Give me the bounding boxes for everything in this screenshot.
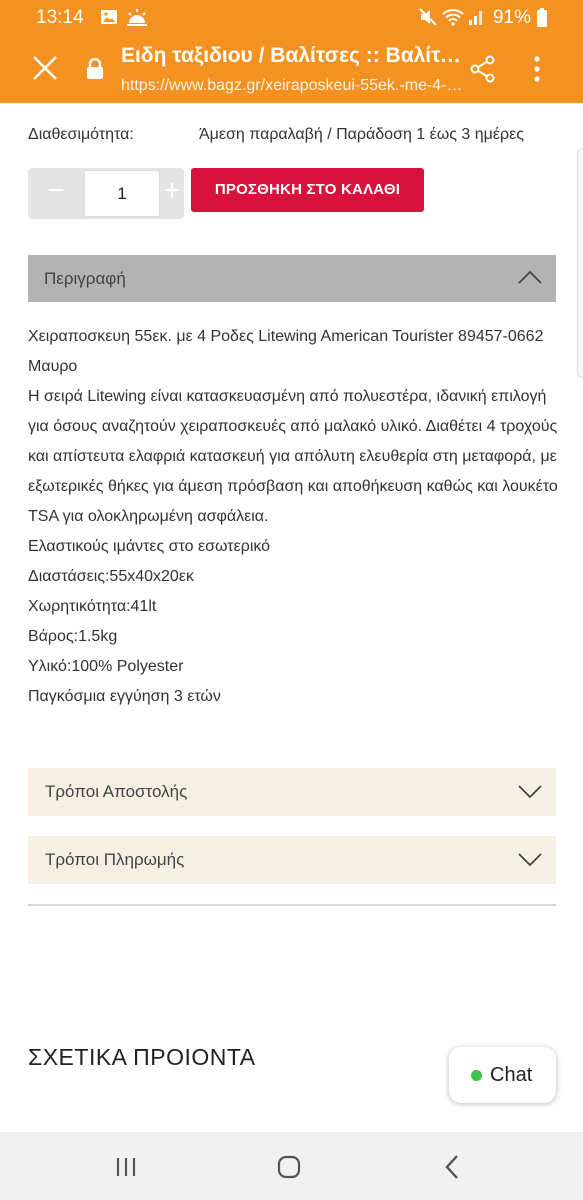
signal-icon xyxy=(469,11,482,25)
share-icon[interactable] xyxy=(470,55,496,83)
availability-label: Διαθεσιμότητα: xyxy=(28,126,134,143)
description-line: Παγκόσμια εγγύηση 3 ετών xyxy=(28,688,221,705)
status-bar: 13:14 91% xyxy=(0,0,583,34)
back-icon[interactable] xyxy=(444,1154,460,1180)
page-url[interactable]: https://www.bagz.gr/xeiraposkeui-55ek.-m… xyxy=(121,77,465,95)
more-vert-icon[interactable] xyxy=(530,55,544,83)
shipping-accordion[interactable]: Τρόποι Αποστολής xyxy=(28,768,556,816)
quantity-minus-button[interactable]: − xyxy=(28,168,84,219)
status-time: 13:14 xyxy=(36,7,84,28)
description-line: Διαστάσεις:55x40x20εκ xyxy=(28,568,194,585)
description-accordion[interactable]: Περιγραφή xyxy=(28,255,556,302)
payment-accordion[interactable]: Τρόποι Πληρωμής xyxy=(28,836,556,884)
lock-icon xyxy=(87,58,103,79)
system-nav-bar xyxy=(0,1132,583,1200)
description-body: Χειραποσκευη 55εκ. με 4 Ροδες Litewing A… xyxy=(28,322,558,712)
online-status-dot xyxy=(471,1070,482,1081)
payment-heading: Τρόποι Πληρωμής xyxy=(45,850,185,869)
quantity-plus-button[interactable]: + xyxy=(160,168,184,219)
description-line: Χειραποσκευη 55εκ. με 4 Ροδες Litewing A… xyxy=(28,328,544,375)
image-icon xyxy=(101,10,117,24)
chat-button[interactable]: Chat xyxy=(449,1047,556,1103)
description-line: Βάρος:1.5kg xyxy=(28,628,118,645)
availability-value: Άμεση παραλαβή / Παράδοση 1 έως 3 ημέρες xyxy=(199,126,524,143)
quantity-input[interactable]: 1 xyxy=(84,170,160,217)
wifi-icon xyxy=(442,9,464,26)
quantity-stepper: − 1 + xyxy=(28,168,184,219)
close-icon[interactable] xyxy=(30,53,60,83)
battery-percent: 91% xyxy=(492,7,531,28)
shipping-heading: Τρόποι Αποστολής xyxy=(45,782,188,801)
description-line: Χωρητικότητα:41lt xyxy=(28,598,157,615)
description-heading: Περιγραφή xyxy=(44,269,126,288)
section-divider xyxy=(28,904,556,906)
side-panel-handle[interactable] xyxy=(577,148,583,378)
description-line: Η σειρά Litewing είναι κατασκευασμένη απ… xyxy=(28,388,558,525)
chevron-up-icon xyxy=(518,270,542,284)
chevron-down-icon xyxy=(518,853,542,867)
mute-icon xyxy=(419,8,437,26)
chevron-down-icon xyxy=(518,785,542,799)
weather-icon xyxy=(127,9,147,26)
chat-label: Chat xyxy=(490,1064,533,1086)
battery-icon xyxy=(537,8,547,27)
recents-icon[interactable] xyxy=(114,1156,138,1178)
add-to-cart-button[interactable]: ΠΡΟΣΘΗΚΗ ΣΤΟ ΚΑΛΑΘΙ xyxy=(191,168,424,212)
description-line: Ελαστικούς ιμάντες στο εσωτερικό xyxy=(28,538,271,555)
description-line: Υλικό:100% Polyester xyxy=(28,658,184,675)
browser-header: 13:14 91% Ειδη ταξιδιου / Βαλίτσες:: Βα… xyxy=(0,0,583,103)
home-icon[interactable] xyxy=(277,1155,301,1179)
related-products-heading: ΣΧΕΤΙΚΑ ΠΡΟΙΟΝΤΑ xyxy=(28,1044,256,1070)
page-title: Ειδη ταξιδιου / Βαλίτσες :: Βαλίτσες xyxy=(121,44,465,67)
